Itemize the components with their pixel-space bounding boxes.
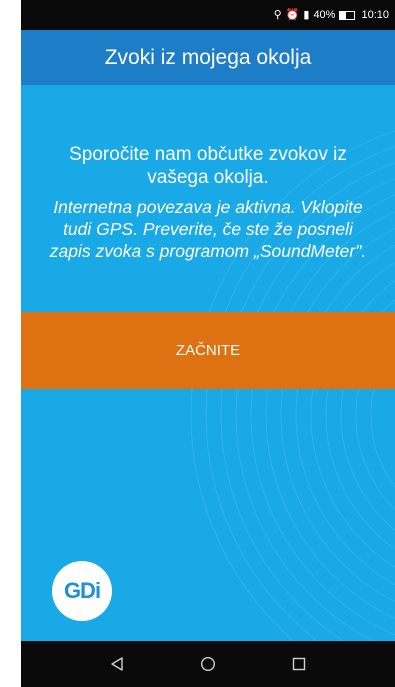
intro-text: Sporočite nam občutke zvokov iz vašega o… xyxy=(21,143,395,189)
hint-line-2: tudi GPS. Preverite, če ste že posneli xyxy=(63,219,353,239)
start-button[interactable]: ZAČNITE xyxy=(21,312,395,389)
navigation-bar xyxy=(21,641,395,687)
status-bar: ⚲ ⏰ ▮ 40% 10:10 xyxy=(21,0,395,30)
main-content: Sporočite nam občutke zvokov iz vašega o… xyxy=(21,85,395,641)
intro-line-2: vašega okolja. xyxy=(147,167,269,188)
logo-text: GDi xyxy=(63,578,101,603)
hint-line-3: zapis zvoka s programom „SoundMeter". xyxy=(49,241,367,261)
battery-icon xyxy=(339,10,356,20)
hint-text: Internetna povezava je aktivna. Vklopite… xyxy=(21,196,395,262)
phone-screen: ⚲ ⏰ ▮ 40% 10:10 Zvoki iz mojega okolja S… xyxy=(21,0,395,687)
home-circle-icon xyxy=(200,656,215,672)
back-triangle-icon xyxy=(110,657,123,671)
recents-square-icon xyxy=(293,657,306,671)
app-title: Zvoki iz mojega okolja xyxy=(104,45,312,69)
status-time: 10:10 xyxy=(361,9,389,21)
location-icon: ⚲ xyxy=(273,8,282,21)
home-button[interactable] xyxy=(188,644,228,684)
recents-button[interactable] xyxy=(279,644,319,684)
alarm-icon: ⏰ xyxy=(285,8,300,21)
signal-icon: ▮ xyxy=(303,8,310,21)
intro-line-1: Sporočite nam občutke zvokov iz xyxy=(69,144,347,165)
back-button[interactable] xyxy=(97,644,137,684)
gdi-logo: GDi xyxy=(52,561,112,621)
battery-percent: 40% xyxy=(313,9,336,21)
hint-line-1: Internetna povezava je aktivna. Vklopite xyxy=(53,197,363,217)
app-bar: Zvoki iz mojega okolja xyxy=(21,30,395,85)
